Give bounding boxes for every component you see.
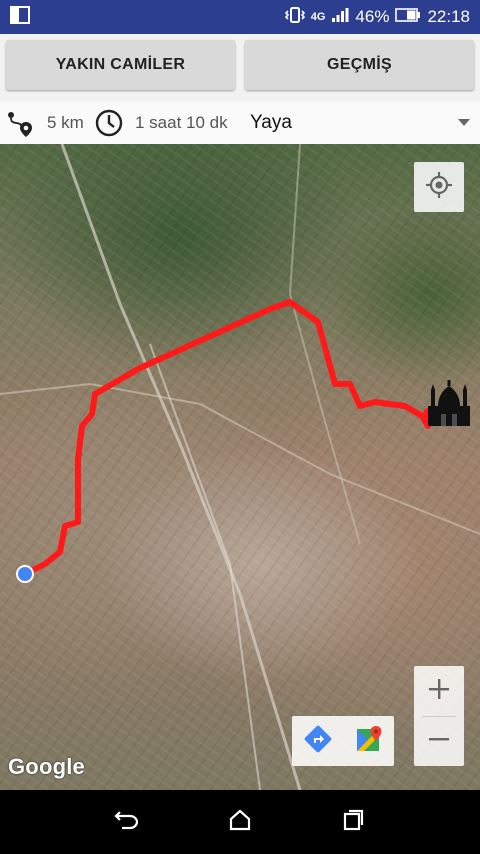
zoom-out-icon <box>427 727 451 756</box>
top-panel: YAKIN CAMİLER GEÇMİŞ 5 km 1 saat 10 dk Y… <box>0 34 480 144</box>
open-in-google-maps-button[interactable] <box>343 716 394 766</box>
route-duration: 1 saat 10 dk <box>135 113 228 132</box>
origin-marker <box>16 565 34 583</box>
screen-split-icon <box>10 5 30 29</box>
my-location-button[interactable] <box>414 162 464 212</box>
travel-mode-value: Yaya <box>250 112 292 133</box>
status-bar: 4G 46% 22:18 <box>0 0 480 34</box>
zoom-controls <box>414 666 464 766</box>
status-left <box>10 5 30 29</box>
map-overlay <box>0 144 480 790</box>
history-button[interactable]: GEÇMİŞ <box>245 40 474 90</box>
directions-button[interactable] <box>292 716 343 766</box>
dropdown-arrow-icon <box>458 119 470 126</box>
recents-icon <box>341 808 365 837</box>
route-distance: 5 km <box>47 113 84 132</box>
navigation-bar <box>0 790 480 854</box>
back-icon <box>114 808 140 837</box>
network-type: 4G <box>310 11 326 23</box>
directions-icon <box>304 725 332 758</box>
vibrate-icon <box>284 5 305 30</box>
battery-icon <box>395 7 421 27</box>
home-icon <box>228 808 252 837</box>
google-attribution: Google <box>8 754 85 779</box>
mosque-icon <box>428 380 470 426</box>
travel-mode-select[interactable]: Yaya <box>250 102 480 144</box>
zoom-out-button[interactable] <box>414 716 464 766</box>
walking-route <box>22 299 431 577</box>
battery-percent: 46% <box>355 7 390 26</box>
home-button[interactable] <box>220 802 260 842</box>
road-highway <box>60 144 302 790</box>
zoom-in-button[interactable] <box>414 666 464 716</box>
map-toolbar <box>292 716 394 766</box>
status-right: 4G 46% 22:18 <box>284 5 470 30</box>
nearby-mosques-button[interactable]: YAKIN CAMİLER <box>6 40 235 90</box>
route-info-row: 5 km 1 saat 10 dk Yaya <box>0 102 480 144</box>
route-distance-icon <box>6 110 36 143</box>
signal-icon <box>331 7 349 28</box>
clock-icon <box>95 109 123 142</box>
zoom-in-icon <box>427 677 451 706</box>
my-location-icon <box>424 170 454 205</box>
map-view[interactable]: Google <box>0 144 480 790</box>
back-button[interactable] <box>107 802 147 842</box>
google-maps-icon <box>354 724 384 759</box>
recents-button[interactable] <box>333 802 373 842</box>
clock: 22:18 <box>427 7 470 26</box>
